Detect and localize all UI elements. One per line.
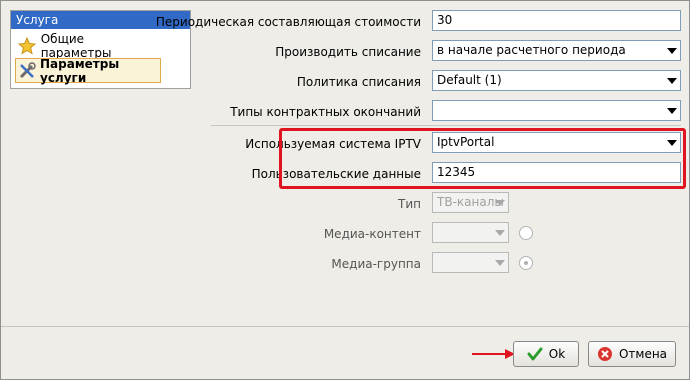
chevron-down-icon xyxy=(667,108,677,114)
write-off-policy-select[interactable]: Default (1) xyxy=(432,70,681,91)
star-icon xyxy=(17,36,37,56)
chevron-down-icon xyxy=(495,200,505,206)
media-group-radio[interactable] xyxy=(519,256,533,270)
service-dialog: Услуга Общие параметры Параметры услуги … xyxy=(0,0,690,380)
arrow-right-icon xyxy=(472,349,515,359)
media-content-radio[interactable] xyxy=(519,226,533,240)
write-off-policy-label: Политика списания xyxy=(296,75,421,89)
media-content-label: Медиа-контент xyxy=(323,227,421,241)
tree-item-label: Общие параметры xyxy=(40,31,112,60)
write-off-label: Производить списание xyxy=(275,45,421,59)
tree-item-general[interactable]: Общие параметры xyxy=(15,31,161,60)
cancel-button[interactable]: Отмена xyxy=(588,341,676,367)
type-label: Тип xyxy=(398,197,421,211)
section-divider xyxy=(211,125,681,126)
contract-endings-label: Типы контрактных окончаний xyxy=(230,105,421,119)
highlight-box xyxy=(279,128,686,189)
contract-endings-select[interactable] xyxy=(432,100,681,121)
checkmark-icon xyxy=(527,347,543,361)
cancel-button-label: Отмена xyxy=(618,347,668,361)
write-off-policy-value: Default (1) xyxy=(437,73,502,87)
cancel-icon xyxy=(597,346,613,362)
type-value: ТВ-каналы xyxy=(437,195,504,209)
chevron-down-icon xyxy=(495,260,505,266)
chevron-down-icon xyxy=(667,78,677,84)
periodic-cost-label: Периодическая составляющая стоимости xyxy=(155,15,421,29)
tree-item-label: Параметры услуги xyxy=(40,56,120,85)
periodic-cost-input[interactable]: 30 xyxy=(432,10,681,31)
tree-item-service-params[interactable]: Параметры услуги xyxy=(15,56,161,85)
media-group-select[interactable] xyxy=(432,252,509,273)
ok-button[interactable]: Ok xyxy=(513,341,579,367)
media-group-label: Медиа-группа xyxy=(331,257,421,271)
write-off-select[interactable]: в начале расчетного периода xyxy=(432,40,681,61)
footer-divider xyxy=(1,326,689,327)
chevron-down-icon xyxy=(667,48,677,54)
chevron-down-icon xyxy=(495,230,505,236)
ok-button-label: Ok xyxy=(548,347,566,361)
media-content-select[interactable] xyxy=(432,222,509,243)
write-off-value: в начале расчетного периода xyxy=(437,43,626,57)
tools-icon xyxy=(18,61,36,81)
type-select[interactable]: ТВ-каналы xyxy=(432,192,509,213)
